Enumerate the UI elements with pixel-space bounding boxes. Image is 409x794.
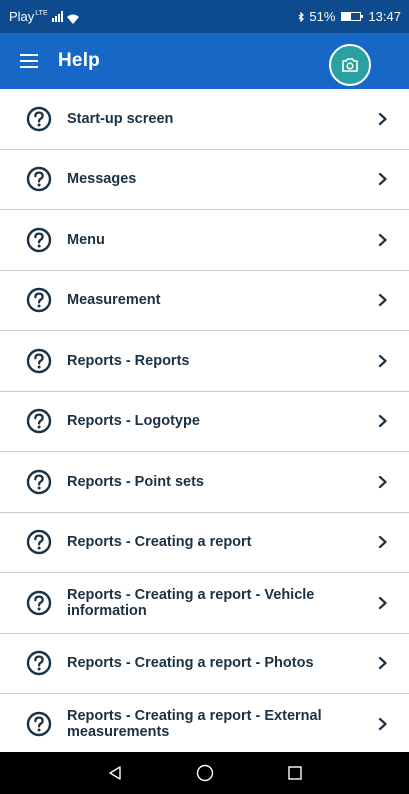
recents-square-icon[interactable] <box>250 752 340 794</box>
help-list-item[interactable]: Reports - Creating a report - External m… <box>0 694 409 752</box>
battery-percent: 51% <box>309 9 336 24</box>
chevron-right-icon <box>377 656 389 670</box>
help-list-item-label: Reports - Creating a report - Vehicle in… <box>67 586 315 619</box>
help-circle-icon <box>25 710 53 738</box>
help-circle-icon <box>25 649 53 677</box>
help-list-item[interactable]: Reports - Logotype <box>0 392 409 452</box>
help-list-item[interactable]: Reports - Creating a report - Photos <box>0 634 409 694</box>
status-right: 51% 13:47 <box>298 9 401 24</box>
help-list-item[interactable]: Measurement <box>0 271 409 331</box>
camera-icon <box>341 57 359 73</box>
help-list-item[interactable]: Reports - Creating a report - Vehicle in… <box>0 573 409 634</box>
help-list-item[interactable]: Reports - Reports <box>0 331 409 392</box>
status-left: Play LTE <box>9 9 79 24</box>
chevron-right-icon <box>377 112 389 126</box>
help-list-item-label: Reports - Logotype <box>67 413 200 430</box>
battery-icon <box>341 12 364 21</box>
help-list-item[interactable]: Start-up screen <box>0 89 409 150</box>
app-bar: Help <box>0 33 409 89</box>
help-list-item-label: Menu <box>67 231 105 248</box>
help-list-item-label: Reports - Reports <box>67 352 190 369</box>
help-circle-icon <box>25 226 53 254</box>
help-circle-icon <box>25 286 53 314</box>
help-list-item[interactable]: Messages <box>0 150 409 210</box>
home-circle-icon[interactable] <box>160 752 250 794</box>
status-bar: Play LTE 51% 13:47 <box>0 0 409 33</box>
signal-icon <box>51 11 63 22</box>
chevron-right-icon <box>377 717 389 731</box>
chevron-right-icon <box>377 475 389 489</box>
help-circle-icon <box>25 468 53 496</box>
chevron-right-icon <box>377 596 389 610</box>
help-circle-icon <box>25 105 53 133</box>
help-list-item-label: Reports - Creating a report - Photos <box>67 655 314 672</box>
help-list-item[interactable]: Reports - Point sets <box>0 452 409 513</box>
page-title: Help <box>58 50 100 71</box>
help-list-item[interactable]: Reports - Creating a report <box>0 513 409 573</box>
help-list-item-label: Measurement <box>67 292 161 309</box>
system-nav-bar <box>0 752 409 794</box>
clock: 13:47 <box>368 9 401 24</box>
wifi-icon <box>66 12 79 24</box>
help-circle-icon <box>25 165 53 193</box>
chevron-right-icon <box>377 354 389 368</box>
help-list-item-label: Reports - Creating a report - External m… <box>67 707 322 740</box>
help-circle-icon <box>25 347 53 375</box>
chevron-right-icon <box>377 172 389 186</box>
network-type: LTE <box>35 9 48 17</box>
chevron-right-icon <box>377 535 389 549</box>
help-list-item-label: Reports - Point sets <box>67 473 204 490</box>
help-topic-list: Start-up screen Messages Menu Measuremen… <box>0 89 409 752</box>
camera-button[interactable] <box>329 44 371 86</box>
help-list-item-label: Messages <box>67 171 137 188</box>
help-circle-icon <box>25 528 53 556</box>
hamburger-icon[interactable] <box>0 33 58 89</box>
chevron-right-icon <box>377 293 389 307</box>
carrier-name: Play <box>9 9 35 24</box>
help-list-item-label: Start-up screen <box>67 110 174 127</box>
back-triangle-icon[interactable] <box>70 752 160 794</box>
help-list-item[interactable]: Menu <box>0 210 409 271</box>
chevron-right-icon <box>377 233 389 247</box>
help-list-item-label: Reports - Creating a report <box>67 534 252 551</box>
help-circle-icon <box>25 407 53 435</box>
chevron-right-icon <box>377 414 389 428</box>
bluetooth-icon <box>298 11 305 23</box>
help-circle-icon <box>25 589 53 617</box>
